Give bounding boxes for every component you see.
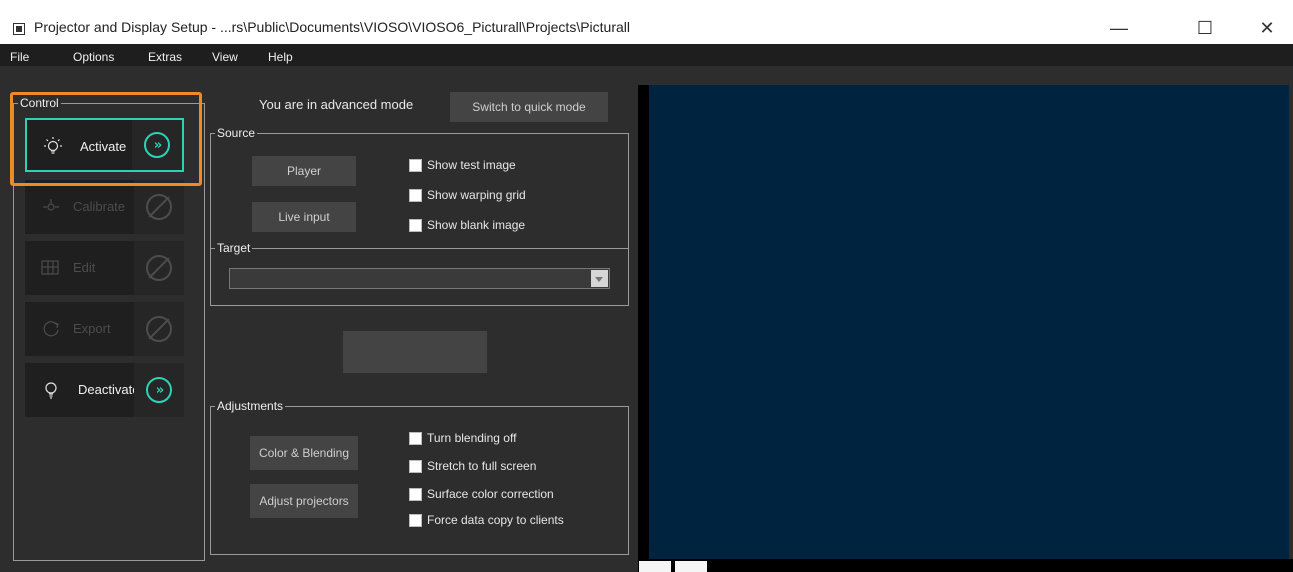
preview-bottom-bar [638,559,1293,572]
edit-button[interactable]: Edit [25,241,184,295]
adjustments-group-label: Adjustments [215,399,286,413]
grid-edit-icon [41,260,59,275]
switch-quick-mode-button[interactable]: Switch to quick mode [450,92,608,122]
edit-label: Edit [73,260,96,275]
export-icon [43,321,59,337]
menu-file[interactable]: File [10,50,29,64]
checkbox-box [409,158,422,172]
prohibited-icon [146,255,172,281]
checkbox-box [409,459,422,473]
checkbox-box [409,431,422,445]
calibrate-go [134,180,184,234]
stretch-full-screen-checkbox[interactable]: Stretch to full screen [409,459,536,473]
show-warping-grid-checkbox[interactable]: Show warping grid [409,188,526,202]
mode-text: You are in advanced mode [259,97,414,112]
target-select[interactable] [229,268,610,289]
blank-action-button[interactable] [343,331,487,373]
menu-extras[interactable]: Extras [148,50,182,64]
export-button[interactable]: Export [25,302,184,356]
show-blank-image-label: Show blank image [427,218,526,232]
calibrate-icon [43,199,59,211]
preview-canvas [649,85,1289,559]
show-warping-grid-label: Show warping grid [427,188,526,202]
highlight-annotation [10,92,202,186]
source-group-label: Source [215,126,258,140]
checkbox-box [409,513,422,527]
double-chevron-right-icon: » [146,377,172,403]
display-tab-2[interactable] [675,561,707,572]
chevron-down-icon[interactable] [591,270,608,287]
force-data-copy-label: Force data copy to clients [427,513,564,527]
maximize-button[interactable]: ☐ [1182,12,1228,44]
menu-help[interactable]: Help [268,50,293,64]
export-label: Export [73,321,111,336]
show-blank-image-checkbox[interactable]: Show blank image [409,218,525,232]
checkbox-box [409,218,422,232]
deactivate-button[interactable]: Deactivate » [25,363,184,417]
close-button[interactable]: ✕ [1244,12,1290,44]
minimize-button[interactable]: — [1096,12,1142,44]
force-data-copy-checkbox[interactable]: Force data copy to clients [409,513,564,527]
show-test-image-checkbox[interactable]: Show test image [409,158,516,172]
calibrate-button[interactable]: Calibrate [25,180,184,234]
edit-go [134,241,184,295]
color-blending-button[interactable]: Color & Blending [250,436,358,470]
target-group-label: Target [215,241,253,255]
menu-view[interactable]: View [212,50,238,64]
app-icon [13,23,25,35]
player-button[interactable]: Player [252,156,356,186]
menu-bar: File Options Extras View Help [0,44,1293,66]
live-input-button[interactable]: Live input [252,202,356,232]
checkbox-box [409,188,422,202]
prohibited-icon [146,194,172,220]
turn-blending-off-label: Turn blending off [427,431,517,445]
export-go [134,302,184,356]
stretch-full-screen-label: Stretch to full screen [427,459,537,473]
deactivate-go: » [134,363,184,417]
lightbulb-off-icon [45,382,57,399]
adjust-projectors-button[interactable]: Adjust projectors [250,484,358,518]
adjustments-group: Adjustments [210,399,629,555]
prohibited-icon [146,316,172,342]
display-tab-1[interactable] [639,561,671,572]
turn-blending-off-checkbox[interactable]: Turn blending off [409,431,516,445]
calibrate-label: Calibrate [73,199,126,214]
window-title: Projector and Display Setup - ...rs\Publ… [34,19,631,35]
surface-color-correction-checkbox[interactable]: Surface color correction [409,487,554,501]
show-test-image-label: Show test image [427,158,516,172]
surface-color-correction-label: Surface color correction [427,487,554,501]
preview-left-border [638,85,649,572]
title-bar: Projector and Display Setup - ...rs\Publ… [0,0,1293,44]
checkbox-box [409,487,422,501]
deactivate-label: Deactivate [78,382,140,397]
menu-options[interactable]: Options [73,50,114,64]
